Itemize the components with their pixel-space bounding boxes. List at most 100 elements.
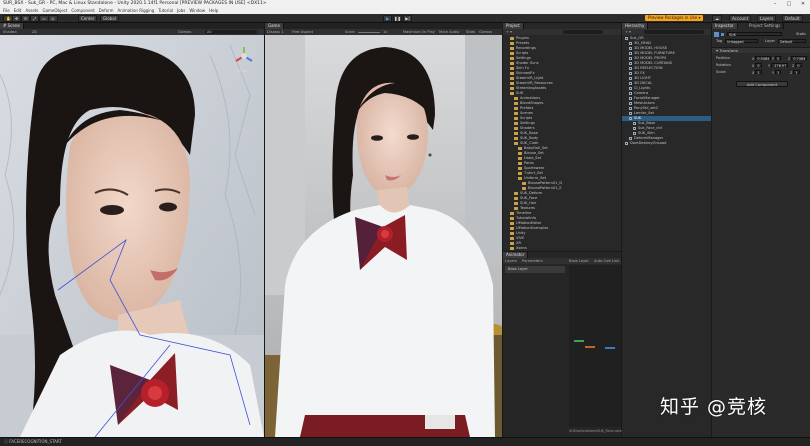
layer-dropdown[interactable]: Default: [778, 39, 806, 44]
preview-packages-badge[interactable]: Preview Packages in Use ▾: [645, 15, 704, 21]
project-search-input[interactable]: [563, 30, 603, 34]
state-node-icon[interactable]: [574, 340, 584, 342]
menu-assets[interactable]: Assets: [25, 9, 38, 13]
folder-icon: [514, 142, 518, 145]
scene-orientation-gizmo-icon[interactable]: [233, 45, 255, 67]
folder-icon: [510, 232, 514, 235]
project-item[interactable]: Xsens: [503, 246, 621, 250]
menu-tutorial[interactable]: Tutorial: [158, 9, 173, 13]
folder-icon: [518, 162, 522, 165]
cloud-icon[interactable]: ☁: [712, 15, 722, 22]
shading-mode-dropdown[interactable]: Shaded: [3, 30, 17, 34]
folder-icon: [510, 47, 514, 50]
position-y-field[interactable]: Y 0: [772, 56, 782, 61]
menu-component[interactable]: Component: [71, 9, 94, 13]
menu-deform[interactable]: Deform: [99, 9, 114, 13]
folder-icon: [510, 217, 514, 220]
move-tool-icon[interactable]: ✥: [12, 15, 22, 22]
menu-window[interactable]: Window: [189, 9, 205, 13]
animator-panel: Animator Layers Parameters Base Layer Au…: [503, 252, 625, 437]
close-button[interactable]: ✕: [796, 0, 810, 8]
animator-graph[interactable]: [569, 265, 621, 427]
folder-icon: [518, 157, 522, 160]
step-button[interactable]: ▶|: [403, 15, 412, 22]
hierarchy-item-label: DontDestroyOnLoad: [630, 141, 667, 145]
folder-icon: [514, 112, 518, 115]
position-x-field[interactable]: X 0.5484: [752, 56, 772, 61]
scale-slider[interactable]: [358, 32, 380, 33]
transform-tool-icon[interactable]: ◎: [48, 15, 58, 22]
folder-icon: [510, 37, 514, 40]
transform-component-header[interactable]: ⌖ Transform: [712, 47, 810, 53]
folder-icon: [514, 117, 518, 120]
scene-viewport[interactable]: Persp: [0, 35, 264, 437]
scale-y-field[interactable]: Y 1: [772, 70, 782, 75]
position-label: Position: [716, 56, 730, 60]
game-viewport: [265, 35, 502, 437]
state-node-icon[interactable]: [585, 346, 595, 348]
tab-inspector[interactable]: Inspector: [712, 23, 738, 29]
project-item-label: Xsens: [516, 246, 527, 250]
menu-help[interactable]: Help: [209, 9, 218, 13]
play-button[interactable]: ▶: [383, 15, 392, 22]
menu-jobs[interactable]: Jobs: [177, 9, 185, 13]
static-toggle[interactable]: Static: [796, 32, 806, 37]
pause-button[interactable]: ❚❚: [393, 15, 402, 22]
active-checkbox[interactable]: [721, 33, 724, 36]
layer-label: Layer: [765, 39, 776, 43]
layers-dropdown[interactable]: Layers: [757, 15, 777, 22]
animator-layer-item[interactable]: Base Layer: [505, 266, 565, 273]
layout-dropdown[interactable]: Default: [782, 15, 803, 22]
rotation-y-field[interactable]: Y -176.97: [768, 63, 789, 68]
2d-toggle[interactable]: 2D: [32, 30, 37, 34]
hierarchy-search-input[interactable]: [644, 30, 704, 34]
base-layer-breadcrumb[interactable]: Base Layer: [569, 258, 589, 264]
gameobject-icon: [633, 127, 636, 130]
scale-z-field[interactable]: Z 1: [790, 70, 800, 75]
account-dropdown[interactable]: Account: [729, 15, 752, 22]
animator-footer-path: SUK/animations/SUK_Face.contro: [569, 429, 626, 433]
add-component-button[interactable]: Add Component: [736, 81, 788, 87]
scale-x-field[interactable]: X 1: [752, 70, 762, 75]
auto-live-link-toggle[interactable]: Auto Live Link: [594, 258, 619, 264]
add-object-button[interactable]: + ▾: [625, 30, 631, 34]
tab-layers[interactable]: Layers: [505, 259, 517, 263]
folder-icon: [514, 102, 518, 105]
add-asset-button[interactable]: + ▾: [506, 30, 512, 34]
minimize-button[interactable]: –: [768, 0, 782, 8]
object-name-field[interactable]: SUK: [727, 32, 782, 37]
space-toggle[interactable]: Global: [100, 15, 119, 22]
window-title: SUR_BSX - Suk_GR - PC, Mac & Linux Stand…: [3, 1, 267, 6]
hierarchy-tree: Suk_GR 3D_HEAD 3D MODEL HOUSE 3D MODEL FURN…: [622, 36, 711, 236]
tab-parameters[interactable]: Parameters: [522, 258, 543, 264]
display-dropdown[interactable]: Display 1: [267, 30, 284, 34]
pivot-toggle[interactable]: Center: [78, 15, 98, 22]
gameobject-icon: [629, 67, 632, 70]
scene-search-input[interactable]: All: [205, 30, 257, 34]
folder-icon: [514, 97, 518, 100]
menu-file[interactable]: File: [3, 9, 10, 13]
state-node-icon[interactable]: [605, 347, 615, 349]
persp-label[interactable]: Persp: [236, 69, 247, 73]
rotate-tool-icon[interactable]: ⟳: [21, 15, 31, 22]
menu-gameobject[interactable]: GameObject: [42, 9, 67, 13]
gameobject-icon: [629, 82, 632, 85]
folder-icon: [510, 72, 514, 75]
hierarchy-item[interactable]: DontDestroyOnLoad: [622, 141, 711, 146]
menu-animation-rigging[interactable]: Animation Rigging: [118, 9, 155, 13]
rotation-z-field[interactable]: Z 0: [792, 63, 802, 68]
folder-icon: [514, 202, 518, 205]
maximize-button[interactable]: □: [782, 0, 796, 8]
gameobject-icon: [629, 97, 632, 100]
gameobject-icon: [629, 112, 632, 115]
menu-edit[interactable]: Edit: [14, 9, 22, 13]
gameobject-icon: [629, 47, 632, 50]
tab-project-settings[interactable]: Project Settings: [746, 23, 785, 29]
tag-dropdown[interactable]: Untagged: [725, 39, 758, 44]
gameobject-icon: [629, 107, 632, 110]
rotation-x-field[interactable]: X 0: [752, 63, 762, 68]
status-bar: ⓘ FACERECOGNITION_START: [0, 437, 810, 446]
position-z-field[interactable]: Z 0.7484: [788, 56, 808, 61]
gameobject-icon: [629, 42, 632, 45]
scale-tool-icon[interactable]: ⤢: [30, 15, 40, 22]
